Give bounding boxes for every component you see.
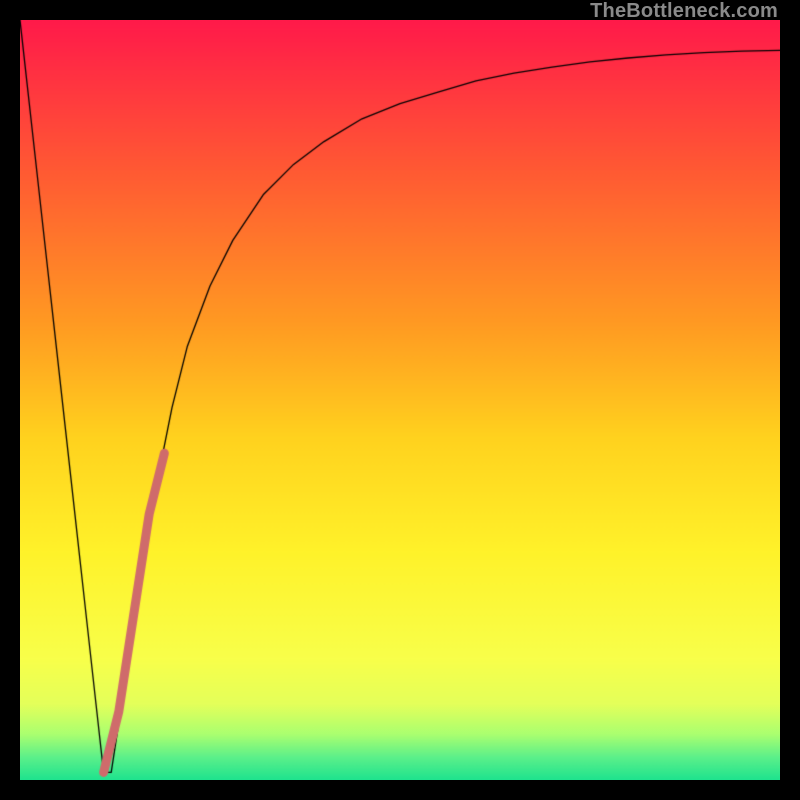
- watermark-text: TheBottleneck.com: [590, 0, 778, 23]
- plot-area: [20, 20, 780, 780]
- chart-frame: TheBottleneck.com: [0, 0, 800, 800]
- curve-layer: [20, 20, 780, 780]
